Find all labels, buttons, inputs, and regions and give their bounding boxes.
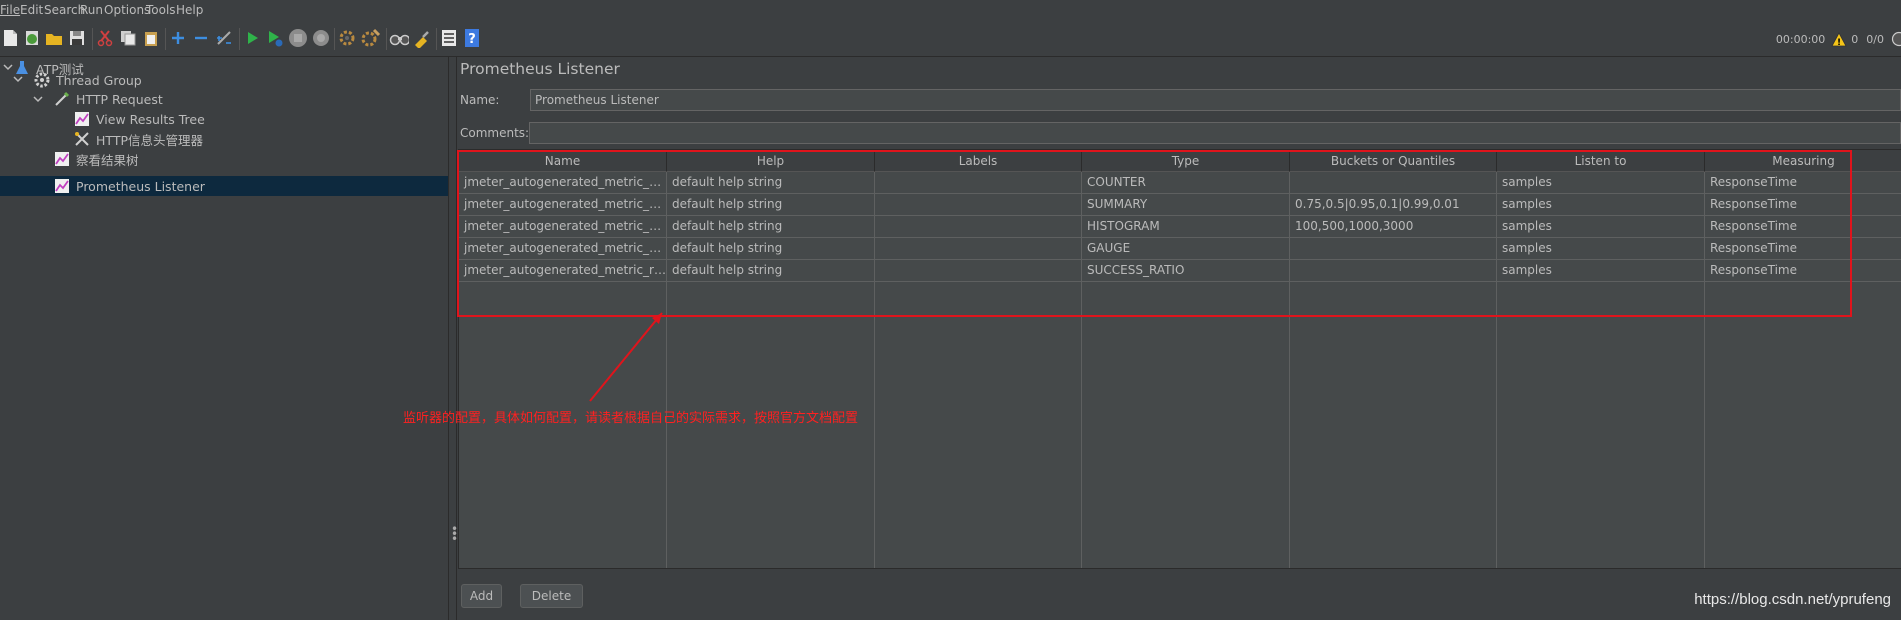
svg-text:!: ! — [1837, 38, 1841, 47]
clear-all-icon[interactable] — [361, 28, 381, 48]
log-toggle-icon[interactable] — [1889, 31, 1901, 47]
toolbar-separator — [386, 28, 387, 50]
start-no-pause-icon[interactable] — [265, 28, 285, 48]
pipette-icon — [54, 91, 70, 107]
shutdown-icon[interactable] — [311, 28, 331, 48]
new-icon[interactable] — [0, 28, 20, 48]
menu-tools-label: Tools — [146, 3, 176, 17]
gear-icon — [34, 72, 50, 88]
chevron-down-icon[interactable] — [32, 93, 44, 105]
chevron-down-icon[interactable] — [2, 61, 14, 73]
menu-edit[interactable]: Edit — [20, 3, 43, 17]
elapsed-timer: 00:00:00 — [1775, 32, 1826, 46]
open-icon[interactable] — [44, 28, 64, 48]
annotation-highlight-box — [457, 150, 1852, 317]
name-label: Name: — [460, 93, 500, 107]
warning-count: 0 — [1851, 32, 1859, 46]
cut-icon[interactable] — [95, 28, 115, 48]
tree-node-label: HTTP信息头管理器 — [96, 132, 203, 148]
clear-icon[interactable] — [337, 28, 357, 48]
function-helper-icon[interactable] — [439, 28, 459, 48]
test-plan-tree: ATP测试 Thread Group HTTP Request View Res… — [0, 57, 448, 620]
paste-icon[interactable] — [141, 28, 161, 48]
expand-icon[interactable] — [168, 28, 188, 48]
menu-help-label: Help — [176, 3, 204, 17]
tree-node-label: 察看结果树 — [76, 152, 139, 168]
add-button[interactable]: Add — [461, 584, 502, 608]
chevron-down-icon[interactable] — [12, 73, 24, 85]
graph-icon — [54, 151, 70, 167]
graph-icon — [54, 178, 70, 194]
start-icon[interactable] — [242, 28, 262, 48]
tree-node-prometheus-listener[interactable]: Prometheus Listener — [54, 176, 205, 196]
delete-button[interactable]: Delete — [520, 584, 583, 608]
toolbar: ? 00:00:00 ! 0 0/0 — [0, 20, 1901, 57]
watermark: https://blog.csdn.net/yprufeng — [1694, 591, 1891, 608]
toggle-icon[interactable] — [214, 28, 234, 48]
tree-node-view-results-tree[interactable]: View Results Tree — [74, 109, 205, 129]
tree-node-thread-group[interactable]: Thread Group — [34, 70, 142, 90]
warning-icon[interactable]: ! — [1831, 31, 1847, 47]
menu-edit-label: Edit — [20, 3, 44, 17]
save-icon[interactable] — [67, 28, 87, 48]
svg-text:?: ? — [468, 32, 476, 47]
tools-icon — [74, 131, 90, 147]
tree-node-label: HTTP Request — [76, 91, 163, 107]
tree-node-http-request[interactable]: HTTP Request — [54, 89, 163, 109]
help-icon[interactable]: ? — [462, 28, 482, 48]
stop-icon[interactable] — [288, 28, 308, 48]
tree-node-label: View Results Tree — [96, 111, 205, 127]
templates-icon[interactable] — [22, 28, 42, 48]
menu-run-label: Run — [80, 3, 104, 17]
annotation-arrow-icon — [589, 312, 663, 402]
menu-file-label: File — [0, 3, 21, 17]
comments-label: Comments: — [460, 126, 530, 140]
menu-run[interactable]: Run — [80, 3, 103, 17]
listener-config-panel: Prometheus Listener Name: Prometheus Lis… — [456, 57, 1901, 620]
menu-tools[interactable]: Tools — [146, 3, 176, 17]
menu-options[interactable]: Options — [104, 3, 150, 17]
tree-node-label: Thread Group — [56, 72, 142, 88]
menu-help[interactable]: Help — [176, 3, 203, 17]
tree-node-view-results-tree-cn[interactable]: 察看结果树 — [54, 149, 139, 169]
page-title: Prometheus Listener — [460, 60, 620, 78]
tree-node-label: Prometheus Listener — [76, 178, 205, 194]
toolbar-separator — [436, 28, 437, 50]
menu-file[interactable]: File — [0, 3, 20, 17]
toolbar-separator — [334, 28, 335, 50]
status-area: 00:00:00 ! 0 0/0 — [1776, 28, 1901, 50]
reset-search-icon[interactable] — [412, 28, 432, 48]
copy-icon[interactable] — [118, 28, 138, 48]
toolbar-separator — [165, 28, 166, 50]
menu-options-label: Options — [104, 3, 151, 17]
collapse-icon[interactable] — [191, 28, 211, 48]
comments-field[interactable] — [529, 122, 1901, 144]
tree-node-http-header-manager[interactable]: HTTP信息头管理器 — [74, 129, 203, 149]
name-field[interactable]: Prometheus Listener — [530, 89, 1901, 111]
active-threads: 0/0 — [1866, 32, 1884, 46]
search-icon[interactable] — [389, 28, 409, 48]
menu-bar: File Edit Search Run Options Tools Help — [0, 0, 1901, 20]
annotation-note: 监听器的配置，具体如何配置，请读者根据自己的实际需求，按照官方文档配置 — [403, 411, 859, 426]
graph-icon — [74, 111, 90, 127]
toolbar-separator — [92, 28, 93, 50]
toolbar-separator — [239, 28, 240, 50]
